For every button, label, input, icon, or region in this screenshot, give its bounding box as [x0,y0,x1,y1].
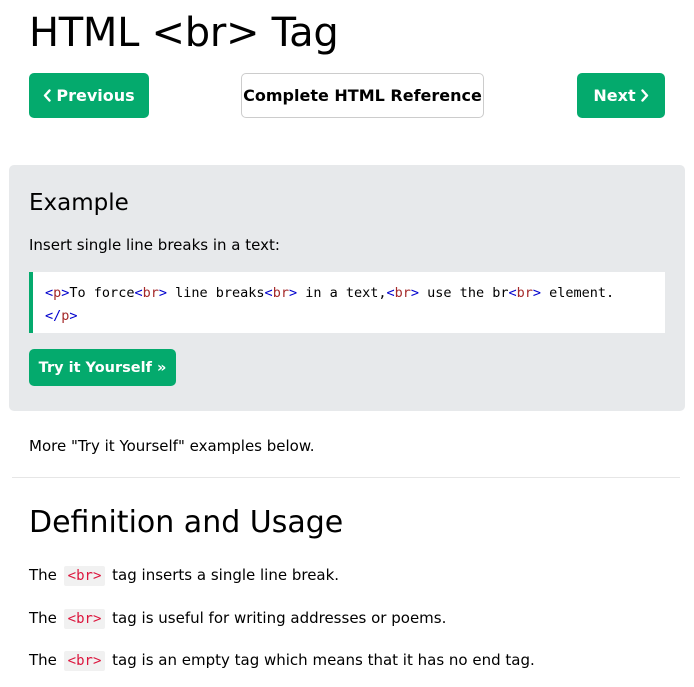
reference-button-label: Complete HTML Reference [243,86,482,105]
section-divider [12,477,680,478]
code-text: use the br [419,285,509,301]
code-example: <p>To force<br> line breaks<br> in a tex… [29,272,665,333]
previous-button[interactable]: Previous [29,73,149,118]
code-bracket: < [264,285,273,301]
example-description: Insert single line breaks in a text: [29,236,280,254]
code-bracket: > [532,285,541,301]
definition-heading: Definition and Usage [29,505,344,540]
code-bracket: < [508,285,517,301]
code-tag-name: br [394,285,411,301]
paragraph-text: tag is useful for writing addresses or p… [107,609,447,627]
paragraph-text: tag is an empty tag which means that it … [107,651,535,669]
example-heading: Example [29,190,129,216]
code-bracket: > [158,285,167,301]
definition-paragraph-3: The <br> tag is an empty tag which means… [29,649,535,671]
next-button-label: Next [593,86,636,105]
code-text: line breaks [167,285,265,301]
code-bracket: </ [45,308,62,324]
inline-code-br: <br> [63,566,106,586]
complete-html-reference-button[interactable]: Complete HTML Reference [241,73,484,118]
more-examples-note: More "Try it Yourself" examples below. [29,437,315,455]
page-title: HTML <br> Tag [29,10,339,56]
example-box: Example Insert single line breaks in a t… [9,165,685,411]
code-bracket: > [69,308,78,324]
code-text: To force [69,285,135,301]
definition-paragraph-1: The <br> tag inserts a single line break… [29,564,339,586]
code-bracket: > [410,285,420,301]
code-bracket: < [45,285,54,301]
inline-code-br: <br> [63,651,106,671]
code-text: in a text, [297,285,387,301]
code-line: <p>To force<br> line breaks<br> in a tex… [45,282,653,305]
chevron-left-icon [43,89,52,102]
paragraph-text: The [29,651,62,669]
previous-button-label: Previous [56,86,135,105]
code-tag-name: br [516,285,533,301]
chevron-right-icon [640,89,649,102]
paragraph-text: The [29,609,62,627]
definition-paragraph-2: The <br> tag is useful for writing addre… [29,607,446,629]
code-tag-name: br [272,285,289,301]
code-text: element. [541,285,615,301]
code-bracket: < [134,285,143,301]
code-line: </p> [45,305,653,328]
next-button[interactable]: Next [577,73,665,118]
inline-code-br: <br> [63,609,106,629]
code-bracket: > [288,285,298,301]
paragraph-text: The [29,566,62,584]
try-it-yourself-button[interactable]: Try it Yourself » [29,349,176,386]
code-tag-name: br [142,285,159,301]
code-bracket: < [386,285,395,301]
paragraph-text: tag inserts a single line break. [107,566,340,584]
